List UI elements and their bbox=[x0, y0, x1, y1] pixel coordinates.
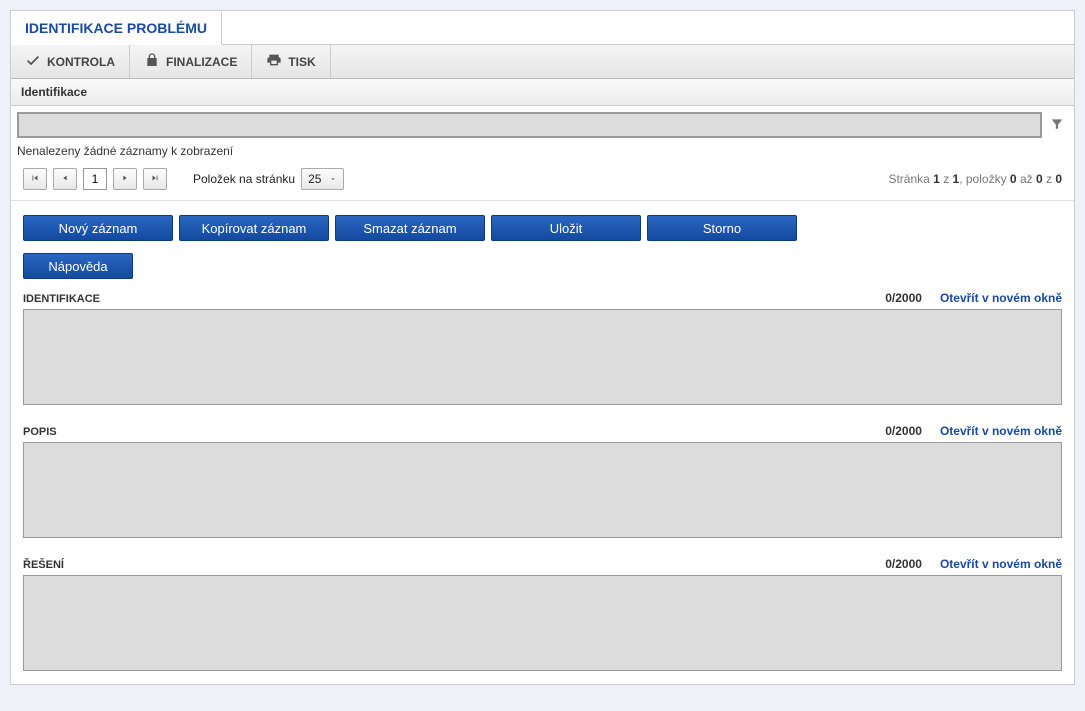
napoveda-button[interactable]: Nápověda bbox=[23, 253, 133, 279]
popis-field-block: POPIS 0/2000 Otevřít v novém okně bbox=[11, 418, 1074, 551]
last-page-icon bbox=[150, 172, 160, 186]
lock-icon bbox=[144, 52, 160, 71]
tisk-label: TISK bbox=[288, 55, 315, 69]
popis-open-link[interactable]: Otevřít v novém okně bbox=[940, 424, 1062, 438]
smazat-zaznam-button[interactable]: Smazat záznam bbox=[335, 215, 485, 241]
novy-zaznam-button[interactable]: Nový záznam bbox=[23, 215, 173, 241]
page-next-button[interactable] bbox=[113, 168, 137, 190]
tab-identifikace-problemu[interactable]: IDENTIFIKACE PROBLÉMU bbox=[11, 12, 222, 45]
kontrola-button[interactable]: KONTROLA bbox=[11, 45, 130, 78]
popis-label: POPIS bbox=[23, 426, 57, 438]
pager-info-page: 1 bbox=[933, 172, 940, 186]
pager-info: Stránka 1 z 1, položky 0 až 0 z 0 bbox=[888, 172, 1062, 186]
page-last-button[interactable] bbox=[143, 168, 167, 190]
help-button-row: Nápověda bbox=[11, 247, 1074, 285]
pager-info-total: 0 bbox=[1055, 172, 1062, 186]
pager-info-text: z bbox=[940, 172, 953, 186]
pager-info-text: až bbox=[1017, 172, 1036, 186]
per-page-select[interactable]: 25 bbox=[301, 168, 344, 190]
next-page-icon bbox=[120, 172, 130, 186]
pager-info-text: z bbox=[1043, 172, 1056, 186]
identifikace-field-block: IDENTIFIKACE 0/2000 Otevřít v novém okně bbox=[11, 285, 1074, 418]
print-icon bbox=[266, 52, 282, 71]
pager-info-to: 0 bbox=[1036, 172, 1043, 186]
identifikace-counter: 0/2000 bbox=[885, 291, 922, 305]
reseni-open-link[interactable]: Otevřít v novém okně bbox=[940, 557, 1062, 571]
identifikace-textarea[interactable] bbox=[23, 309, 1062, 405]
filter-input[interactable] bbox=[17, 112, 1042, 138]
toolbar: KONTROLA FINALIZACE TISK bbox=[11, 45, 1074, 79]
finalizace-button[interactable]: FINALIZACE bbox=[130, 45, 252, 78]
no-records-text: Nenalezeny žádné záznamy k zobrazení bbox=[11, 142, 1074, 164]
identifikace-label: IDENTIFIKACE bbox=[23, 293, 100, 305]
kopirovat-zaznam-button[interactable]: Kopírovat záznam bbox=[179, 215, 329, 241]
prev-page-icon bbox=[60, 172, 70, 186]
per-page-value: 25 bbox=[308, 172, 321, 186]
tab-row: IDENTIFIKACE PROBLÉMU bbox=[11, 11, 1074, 45]
kontrola-label: KONTROLA bbox=[47, 55, 115, 69]
reseni-counter: 0/2000 bbox=[885, 557, 922, 571]
page-number-input[interactable] bbox=[83, 168, 107, 190]
pager-info-from: 0 bbox=[1010, 172, 1017, 186]
ulozit-button[interactable]: Uložit bbox=[491, 215, 641, 241]
reseni-label: ŘEŠENÍ bbox=[23, 559, 64, 571]
pager-info-text: Stránka bbox=[888, 172, 933, 186]
action-buttons-row: Nový záznam Kopírovat záznam Smazat zázn… bbox=[11, 209, 1074, 247]
filter-row bbox=[11, 106, 1074, 142]
popis-counter: 0/2000 bbox=[885, 424, 922, 438]
filter-button[interactable] bbox=[1046, 112, 1068, 138]
finalizace-label: FINALIZACE bbox=[166, 55, 237, 69]
reseni-field-block: ŘEŠENÍ 0/2000 Otevřít v novém okně bbox=[11, 551, 1074, 684]
per-page-group: Položek na stránku 25 bbox=[193, 168, 344, 190]
storno-button[interactable]: Storno bbox=[647, 215, 797, 241]
first-page-icon bbox=[30, 172, 40, 186]
page-prev-button[interactable] bbox=[53, 168, 77, 190]
pager-info-text: , položky bbox=[959, 172, 1010, 186]
pager-bar: Položek na stránku 25 Stránka 1 z 1, pol… bbox=[11, 164, 1074, 201]
per-page-label: Položek na stránku bbox=[193, 172, 295, 186]
funnel-icon bbox=[1050, 117, 1064, 134]
identifikace-open-link[interactable]: Otevřít v novém okně bbox=[940, 291, 1062, 305]
popis-textarea[interactable] bbox=[23, 442, 1062, 538]
reseni-textarea[interactable] bbox=[23, 575, 1062, 671]
chevron-down-icon bbox=[329, 172, 337, 186]
tisk-button[interactable]: TISK bbox=[252, 45, 330, 78]
check-icon bbox=[25, 52, 41, 71]
main-panel: IDENTIFIKACE PROBLÉMU KONTROLA FINALIZAC… bbox=[10, 10, 1075, 685]
grid-header: Identifikace bbox=[11, 79, 1074, 106]
page-first-button[interactable] bbox=[23, 168, 47, 190]
